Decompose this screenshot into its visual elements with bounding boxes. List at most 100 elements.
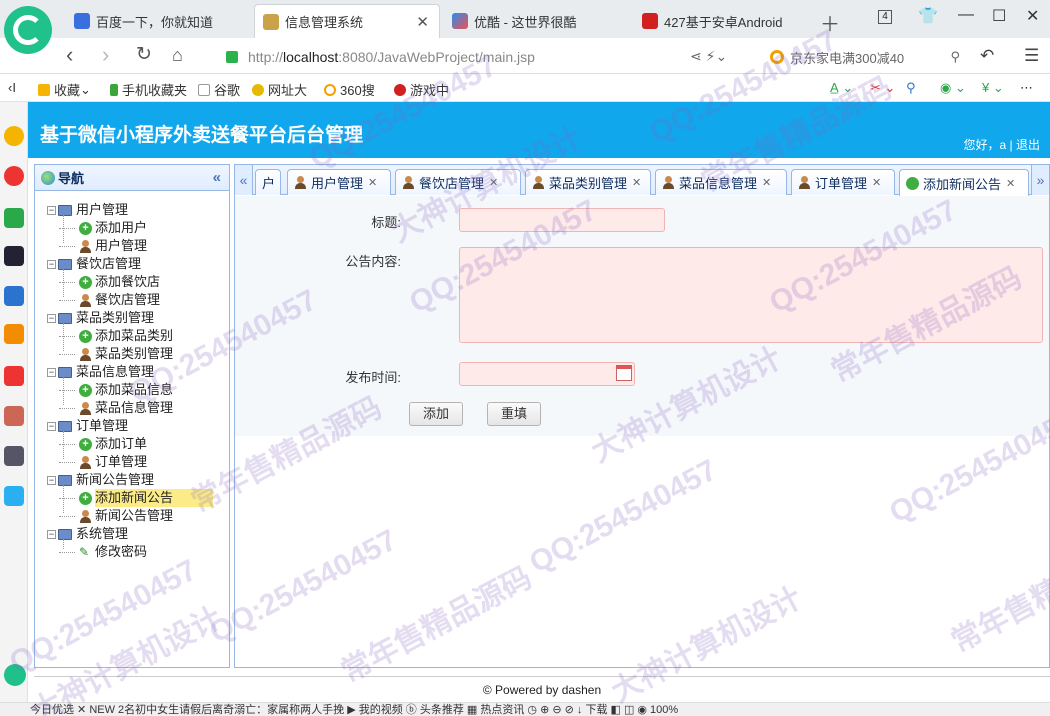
tabs-scroll-right-icon[interactable]: »	[1031, 165, 1049, 195]
weibo-icon[interactable]	[4, 166, 24, 186]
close-tab-icon[interactable]: ✕	[416, 13, 429, 31]
close-tab-icon[interactable]: ✕	[872, 176, 881, 189]
expand-toggle-icon[interactable]: −	[47, 475, 56, 485]
back-icon[interactable]: ‹	[66, 44, 73, 66]
nav-item[interactable]: 用户管理	[35, 237, 229, 255]
nav-group-header[interactable]: − 订单管理	[35, 417, 229, 435]
bookmark-mobile[interactable]: 手机收藏夹	[110, 80, 187, 99]
nav-group: − 餐饮店管理 + 添加餐饮店 餐饮店管理	[35, 255, 229, 309]
bookmark-google[interactable]: 谷歌	[198, 80, 240, 99]
page-tab[interactable]: 用户管理 ✕	[287, 169, 391, 195]
nav-item[interactable]: + 添加用户	[35, 219, 229, 237]
close-tab-icon[interactable]: ✕	[368, 176, 377, 189]
new-tab-icon[interactable]: ＋	[820, 8, 840, 37]
nav-item[interactable]: + 添加订单	[35, 435, 229, 453]
collapse-icon[interactable]: «	[213, 169, 221, 186]
nav-item[interactable]: 订单管理	[35, 453, 229, 471]
nav-group-header[interactable]: − 餐饮店管理	[35, 255, 229, 273]
tree-line	[63, 485, 64, 513]
nav-item[interactable]: 菜品信息管理	[35, 399, 229, 417]
page-tab[interactable]: 菜品信息管理 ✕	[655, 169, 787, 195]
reset-button[interactable]: 重填	[487, 402, 541, 426]
menu-icon[interactable]: ☰	[1024, 46, 1039, 66]
assistant-icon[interactable]	[4, 664, 26, 686]
maximize-icon[interactable]: ☐	[992, 6, 1006, 26]
browser-tab-youku[interactable]: 优酷 - 这世界很酷	[444, 4, 630, 38]
translate-icon[interactable]: A̲ ⌄	[830, 80, 853, 96]
add-button[interactable]: 添加	[409, 402, 463, 426]
content-textarea[interactable]	[459, 247, 1043, 343]
page-tab[interactable]: 订单管理 ✕	[791, 169, 895, 195]
title-input[interactable]	[459, 208, 665, 232]
close-tab-icon[interactable]: ✕	[489, 176, 498, 189]
favorites-icon[interactable]	[4, 126, 24, 146]
calendar-icon[interactable]	[616, 365, 632, 381]
url-field[interactable]: http://localhost:8080/JavaWebProject/mai…	[226, 46, 704, 68]
page-tab[interactable]: 餐饮店管理 ✕	[395, 169, 521, 195]
nav-item[interactable]: + 添加菜品信息	[35, 381, 229, 399]
close-window-icon[interactable]: ✕	[1026, 6, 1039, 26]
shirt-icon[interactable]: 👕	[918, 6, 938, 26]
news-icon[interactable]	[4, 246, 24, 266]
user-logout-link[interactable]: 您好，a | 退出	[964, 136, 1040, 153]
expand-toggle-icon[interactable]: −	[47, 421, 56, 431]
expand-toggle-icon[interactable]: −	[47, 529, 56, 539]
minimize-icon[interactable]: —	[958, 6, 974, 24]
nav-item[interactable]: + 添加新闻公告	[35, 489, 229, 507]
refresh-icon[interactable]: ↻	[136, 44, 152, 66]
nav-item[interactable]: + 添加菜品类别	[35, 327, 229, 345]
page-tab[interactable]: 户✕	[255, 169, 281, 195]
publish-time-input[interactable]	[459, 362, 635, 386]
sidebar-toggle-icon[interactable]: ‹I	[8, 80, 16, 95]
wallet-icon[interactable]: ¥ ⌄	[982, 80, 1004, 96]
nav-item[interactable]: + 添加餐饮店	[35, 273, 229, 291]
nav-group-header[interactable]: − 系统管理	[35, 525, 229, 543]
expand-toggle-icon[interactable]: −	[47, 367, 56, 377]
window-count-badge[interactable]: 4	[878, 10, 892, 24]
page-tab[interactable]: 添加新闻公告 ✕	[899, 169, 1029, 196]
gamepad-icon[interactable]: ◉ ⌄	[940, 80, 966, 96]
bookmark-games[interactable]: 游戏中	[394, 80, 449, 99]
forward-icon[interactable]: ›	[102, 44, 109, 66]
video-app-icon[interactable]	[4, 446, 24, 466]
close-tab-icon[interactable]: ✕	[280, 176, 281, 189]
expand-toggle-icon[interactable]: −	[47, 313, 56, 323]
browser-tab-active[interactable]: 信息管理系统 ✕	[254, 4, 440, 38]
close-tab-icon[interactable]: ✕	[632, 176, 641, 189]
tree-connector	[59, 551, 75, 553]
browser-tab-baidu[interactable]: 百度一下，你就知道	[66, 4, 252, 38]
expand-toggle-icon[interactable]: −	[47, 259, 56, 269]
close-tab-icon[interactable]: ✕	[762, 176, 771, 189]
page-tab[interactable]: 菜品类别管理 ✕	[525, 169, 651, 195]
more-icon[interactable]: ⋯	[1020, 80, 1033, 96]
nav-item[interactable]: 新闻公告管理	[35, 507, 229, 525]
nav-item[interactable]: 菜品类别管理	[35, 345, 229, 363]
close-tab-icon[interactable]: ✕	[1006, 177, 1015, 190]
nav-item[interactable]: 餐饮店管理	[35, 291, 229, 309]
expand-toggle-icon[interactable]: −	[47, 205, 56, 215]
pay-app-icon[interactable]	[4, 486, 24, 506]
home-icon[interactable]: ⌂	[172, 44, 183, 66]
tabs-scroll-left-icon[interactable]: «	[235, 165, 253, 195]
nav-item[interactable]: ✎ 修改密码	[35, 543, 229, 561]
nav-group-header[interactable]: − 新闻公告管理	[35, 471, 229, 489]
game-app-icon[interactable]	[4, 406, 24, 426]
undo-icon[interactable]: ↶	[980, 46, 994, 66]
novel-icon[interactable]	[4, 324, 24, 344]
shop-icon[interactable]	[4, 366, 24, 386]
share-icon[interactable]: ⋖ ⚡⌄	[690, 48, 727, 65]
scissors-icon[interactable]: ✂ ⌄	[870, 80, 895, 96]
browser-tab-android[interactable]: 427基于安卓Android	[634, 4, 816, 38]
search-icon[interactable]: ⚲	[950, 49, 960, 65]
nav-group-header[interactable]: − 菜品类别管理	[35, 309, 229, 327]
tree-connector	[59, 407, 75, 409]
mail-icon[interactable]	[4, 208, 24, 228]
nav-group-header[interactable]: − 用户管理	[35, 201, 229, 219]
zoom-icon[interactable]: ⚲	[906, 80, 916, 96]
bookmark-urls[interactable]: 网址大	[252, 80, 307, 99]
bookmark-360[interactable]: 360搜	[324, 80, 375, 99]
search-field[interactable]: 京东家电满300减40 ⚲	[770, 46, 960, 68]
word-icon[interactable]	[4, 286, 24, 306]
bookmark-favorites[interactable]: 收藏 ⌄	[38, 80, 91, 99]
nav-group-header[interactable]: − 菜品信息管理	[35, 363, 229, 381]
